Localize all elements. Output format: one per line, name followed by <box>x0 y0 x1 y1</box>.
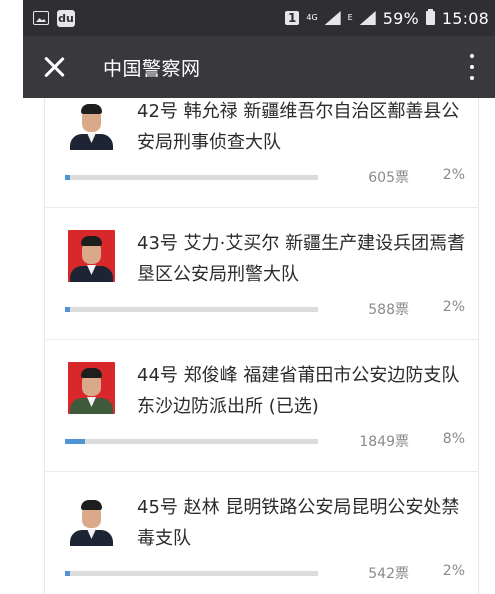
vote-progress-fill <box>65 571 71 576</box>
app-bar: 中国警察网 <box>23 36 495 98</box>
vote-percent: 2% <box>442 167 465 183</box>
close-icon[interactable] <box>41 54 67 80</box>
vote-progress-bar <box>65 571 318 576</box>
signal-icon <box>325 11 341 25</box>
candidate-photo <box>68 230 115 282</box>
vote-progress-fill <box>65 439 86 444</box>
vote-percent: 2% <box>442 299 465 315</box>
clock: 15:08 <box>441 8 489 28</box>
vote-percent: 2% <box>442 563 465 579</box>
network-type-label: 4G <box>306 13 318 22</box>
baidu-notification-icon: du <box>57 9 75 27</box>
page-title: 中国警察网 <box>103 57 201 80</box>
vote-progress-fill <box>65 307 71 312</box>
data-indicator: E <box>347 13 353 22</box>
vote-percent: 8% <box>442 431 465 447</box>
battery-icon <box>425 9 435 25</box>
candidate-card[interactable]: 45号 赵林 昆明铁路公安局昆明公安处禁毒支队 542票 2% <box>45 472 479 594</box>
network-type-icon: 4G <box>306 14 317 22</box>
vote-progress-bar <box>65 175 318 180</box>
vote-progress-bar <box>65 307 318 312</box>
battery-percent: 59% <box>382 8 419 28</box>
status-bar: du 1 4G E 59% 15:08 <box>23 0 495 36</box>
candidate-photo <box>68 362 115 414</box>
candidate-card[interactable]: 44号 郑俊峰 福建省莆田市公安边防支队东沙边防派出所 (已选) 1849票 8… <box>45 340 479 472</box>
candidate-name-unit: 45号 赵林 昆明铁路公安局昆明公安处禁毒支队 <box>137 497 460 549</box>
candidate-name-unit: 42号 韩允禄 新疆维吾尔自治区鄯善县公安局刑事侦查大队 <box>137 101 460 153</box>
candidate-photo <box>68 494 115 546</box>
vote-count: 588票 <box>368 302 409 318</box>
candidate-card[interactable]: 43号 艾力·艾买尔 新疆生产建设兵团焉耆垦区公安局刑警大队 588票 2% <box>45 208 479 340</box>
more-options-icon[interactable] <box>469 54 475 80</box>
candidate-list-container[interactable]: 42号 韩允禄 新疆维吾尔自治区鄯善县公安局刑事侦查大队 605票 2% 43号… <box>23 98 495 594</box>
gallery-notification-icon <box>33 11 49 25</box>
candidate-photo <box>68 98 115 150</box>
signal-strength-icon <box>360 11 376 25</box>
vote-count: 605票 <box>368 170 409 186</box>
vote-progress-fill <box>65 175 71 180</box>
vote-count: 1849票 <box>359 434 409 450</box>
candidate-card[interactable]: 42号 韩允禄 新疆维吾尔自治区鄯善县公安局刑事侦查大队 605票 2% <box>45 98 479 208</box>
candidate-list: 42号 韩允禄 新疆维吾尔自治区鄯善县公安局刑事侦查大队 605票 2% 43号… <box>45 98 479 594</box>
vote-progress-bar <box>65 439 318 444</box>
sim-indicator: 1 <box>285 11 300 25</box>
candidate-name-unit: 43号 艾力·艾买尔 新疆生产建设兵团焉耆垦区公安局刑警大队 <box>137 233 466 285</box>
candidate-name-unit: 44号 郑俊峰 福建省莆田市公安边防支队东沙边防派出所 (已选) <box>137 365 460 417</box>
vote-count: 542票 <box>368 566 409 582</box>
